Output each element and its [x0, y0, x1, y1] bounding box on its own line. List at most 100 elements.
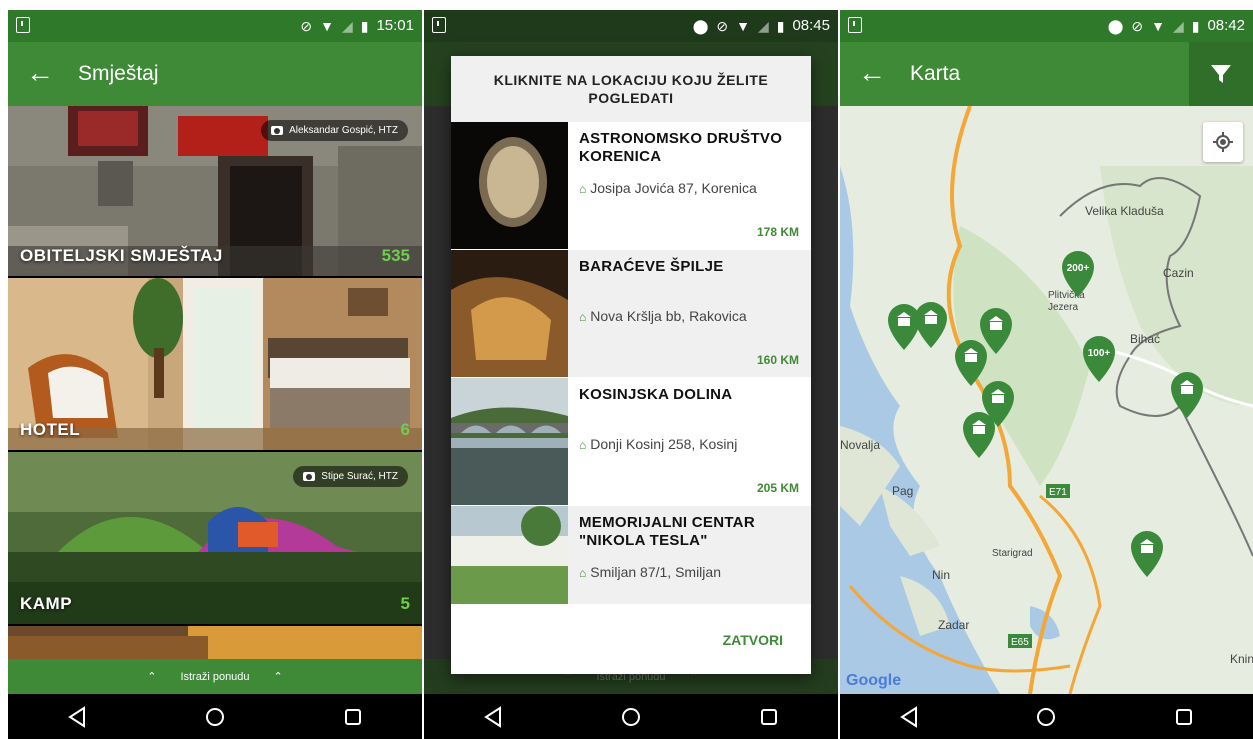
museum-marker[interactable] — [915, 302, 947, 348]
explore-bar[interactable]: ⌃ Istraži ponudu ⌃ — [8, 659, 422, 694]
list-item[interactable]: KOSINJSKA DOLINA ⌂ Donji Kosinj 258, Kosi… — [451, 378, 811, 505]
system-nav-bar — [8, 694, 422, 739]
location-name: ASTRONOMSKO DRUŠTVO KORENICA — [579, 130, 783, 165]
signal-icon: ◢ — [1172, 17, 1184, 34]
map-marker-cluster[interactable]: 200+ — [1062, 251, 1094, 297]
category-count: 6 — [400, 420, 410, 439]
signal-icon: ◢ — [757, 17, 769, 34]
status-bar: ⬤ ⊘ ▼ ◢ ▮ 08:45 — [424, 10, 838, 42]
photo-credit-badge: Stipe Surać, HTZ — [293, 466, 408, 487]
cluster-count: 100+ — [1088, 348, 1111, 359]
museum-marker[interactable] — [888, 304, 920, 350]
wifi-icon: ▼ — [320, 17, 334, 34]
nav-home-icon[interactable] — [204, 706, 226, 728]
nav-home-icon[interactable] — [1035, 706, 1057, 728]
photo-credit-text: Stipe Surać, HTZ — [321, 471, 398, 482]
explore-label: Istraži ponudu — [180, 670, 250, 683]
museum-marker[interactable] — [963, 412, 995, 458]
location-name: MEMORIJALNI CENTAR "NIKOLA TESLA" — [579, 514, 755, 549]
location-icon: ⬤ — [692, 17, 709, 34]
cluster-count: 200+ — [1067, 263, 1090, 274]
nav-back-icon[interactable] — [66, 705, 88, 728]
category-hotel[interactable]: HOTEL 6 — [8, 278, 422, 450]
museum-marker[interactable] — [1131, 531, 1163, 577]
location-distance: 178 KM — [756, 225, 799, 239]
category-camp[interactable]: Stipe Surać, HTZ KAMP 5 — [8, 452, 422, 624]
telescope-thumbnail — [451, 122, 568, 249]
location-name: KOSINJSKA DOLINA — [579, 386, 733, 403]
my-location-button[interactable] — [1203, 122, 1243, 162]
list-item[interactable]: MEMORIJALNI CENTAR "NIKOLA TESLA" ⌂ Smilj… — [451, 506, 811, 604]
photo-credit-text: Aleksandar Gospić, HTZ — [289, 125, 398, 136]
back-arrow-icon[interactable]: ← — [858, 59, 886, 87]
location-address: ⌂ Donji Kosinj 258, Kosinj — [579, 434, 801, 455]
dialog-footer: ZATVORI — [451, 604, 811, 674]
photo-credit-badge: Aleksandar Gospić, HTZ — [261, 120, 408, 141]
map-marker-cluster[interactable]: 100+ — [1083, 336, 1115, 382]
system-nav-bar — [840, 694, 1253, 739]
download-notification-icon — [16, 17, 30, 33]
location-distance: 160 KM — [756, 353, 799, 367]
map-screen: ⬤ ⊘ ▼ ◢ ▮ 08:42 ← Karta E71 E65 Velika K… — [840, 10, 1253, 739]
location-address: ⌂ Josipa Jovića 87, Korenica — [579, 178, 801, 199]
battery-charging-icon: ▮ — [776, 17, 785, 34]
home-icon: ⌂ — [579, 566, 587, 580]
list-item[interactable]: ASTRONOMSKO DRUŠTVO KORENICA ⌂ Josipa Jov… — [451, 122, 811, 249]
battery-icon: ▮ — [360, 17, 369, 34]
category-family-accommodation[interactable]: Aleksandar Gospić, HTZ OBITELJSKI SMJEŠT… — [8, 106, 422, 276]
nav-recents-icon[interactable] — [758, 706, 780, 728]
back-arrow-icon[interactable]: ← — [26, 59, 54, 87]
dnd-icon: ⊘ — [1131, 17, 1144, 34]
accommodation-screen: ⊘ ▼ ◢ ▮ 15:01 ← Smještaj Aleksandar Gosp… — [8, 10, 422, 739]
download-notification-icon — [848, 17, 862, 33]
status-time: 08:42 — [1207, 17, 1245, 34]
status-time: 15:01 — [376, 17, 414, 34]
camera-icon — [303, 472, 316, 481]
filter-button[interactable] — [1189, 42, 1253, 106]
nav-home-icon[interactable] — [620, 706, 642, 728]
location-icon: ⬤ — [1107, 17, 1124, 34]
category-count: 535 — [381, 246, 410, 265]
museum-marker[interactable] — [1171, 372, 1203, 418]
category-label: KAMP — [20, 594, 73, 613]
museum-marker[interactable] — [955, 340, 987, 386]
address-text: Smiljan 87/1, Smiljan — [590, 564, 721, 580]
nav-back-icon[interactable] — [898, 705, 920, 728]
nav-recents-icon[interactable] — [1173, 706, 1195, 728]
location-address: ⌂ Smiljan 87/1, Smiljan — [579, 562, 801, 583]
list-item[interactable]: BARAĆEVE ŠPILJE ⌂ Nova Kršlja bb, Rakovic… — [451, 250, 811, 377]
address-text: Josipa Jovića 87, Korenica — [590, 180, 757, 196]
camera-icon — [271, 126, 284, 135]
app-bar: ← Smještaj — [8, 42, 422, 106]
location-address: ⌂ Nova Kršlja bb, Rakovica — [579, 306, 801, 327]
download-notification-icon — [432, 17, 446, 33]
battery-icon: ▮ — [1191, 17, 1200, 34]
close-button[interactable]: ZATVORI — [723, 632, 783, 648]
nav-back-icon[interactable] — [482, 705, 504, 728]
memorial-thumbnail — [451, 506, 568, 604]
dnd-icon: ⊘ — [716, 17, 729, 34]
nav-recents-icon[interactable] — [342, 706, 364, 728]
category-label: OBITELJSKI SMJEŠTAJ — [20, 246, 223, 265]
dialog-title: KLIKNITE NA LOKACIJU KOJU ŽELITE POGLEDA… — [451, 56, 811, 122]
page-title: Karta — [910, 62, 961, 85]
wifi-icon: ▼ — [736, 17, 750, 34]
category-count: 5 — [400, 594, 410, 613]
home-icon: ⌂ — [579, 310, 587, 324]
chevron-up-icon: ⌃ — [273, 671, 283, 683]
google-logo: Google — [846, 672, 902, 689]
address-text: Donji Kosinj 258, Kosinj — [590, 436, 738, 452]
map-view[interactable]: E71 E65 Velika Kladuša Cazin Plitvička J… — [840, 106, 1253, 694]
location-picker-dialog: KLIKNITE NA LOKACIJU KOJU ŽELITE POGLEDA… — [451, 56, 811, 674]
location-distance: 205 KM — [756, 481, 799, 495]
page-title: Smještaj — [78, 62, 159, 85]
museum-marker[interactable] — [980, 308, 1012, 354]
home-icon: ⌂ — [579, 182, 587, 196]
status-time: 08:45 — [792, 17, 830, 34]
filter-icon — [1211, 65, 1231, 83]
cave-thumbnail — [451, 250, 568, 377]
bridge-thumbnail — [451, 378, 568, 505]
marker-layer: 200+ 100+ — [888, 251, 1203, 577]
dnd-icon: ⊘ — [300, 17, 313, 34]
chevron-up-icon: ⌃ — [147, 671, 157, 683]
